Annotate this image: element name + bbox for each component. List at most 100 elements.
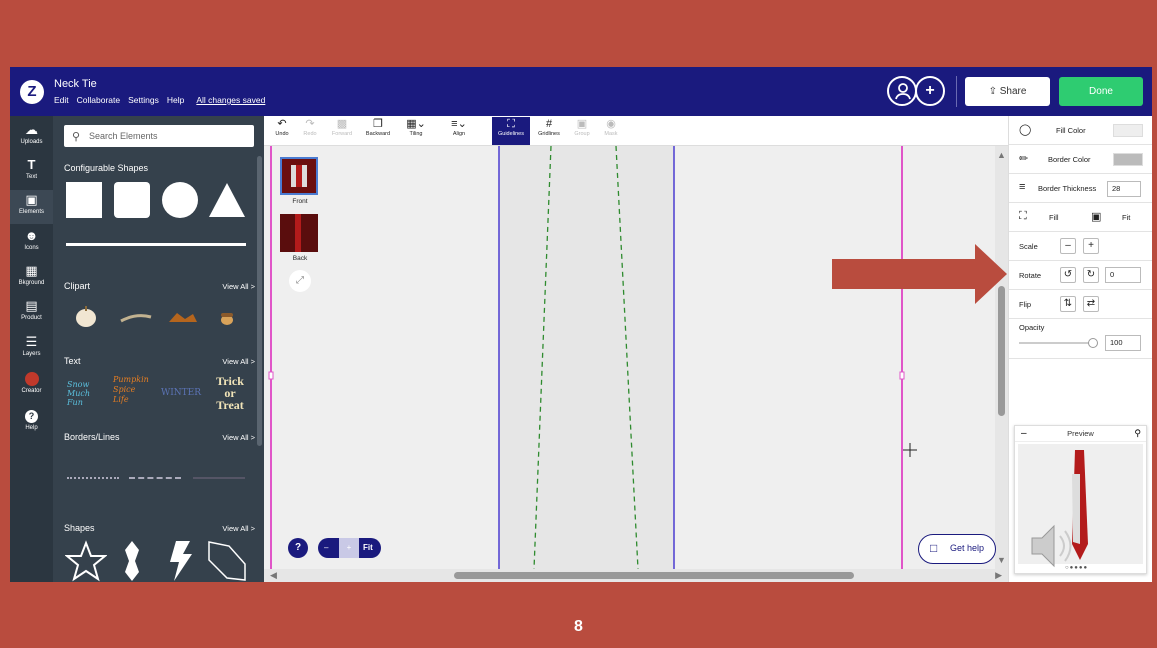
nav-help[interactable]: ? Help: [10, 410, 53, 431]
nav-layers[interactable]: ☰ Layers: [10, 335, 53, 358]
menu-edit[interactable]: Edit: [54, 95, 69, 105]
fill-color-swatch[interactable]: [1113, 124, 1143, 137]
polygon-shape[interactable]: [205, 540, 249, 582]
triangle-shape[interactable]: [208, 182, 246, 218]
clipart-view-all-link[interactable]: View All >: [222, 282, 255, 291]
rotate-input[interactable]: 0: [1105, 267, 1141, 283]
onion-clipart[interactable]: [73, 303, 99, 329]
border-color-swatch[interactable]: [1113, 153, 1143, 166]
fill-color-label: Fill Color: [1056, 126, 1086, 135]
border-color-row[interactable]: ✏ Border Color: [1009, 145, 1152, 174]
get-help-button[interactable]: □ Get help: [918, 534, 996, 564]
opacity-input[interactable]: 100: [1105, 335, 1141, 351]
section-borders-lines: Borders/Lines: [64, 432, 120, 442]
guidelines-button[interactable]: ⛶ Guidelines: [492, 117, 530, 145]
rotate-label: Rotate: [1019, 271, 1042, 280]
flip-horizontal-icon[interactable]: ⇄: [1083, 296, 1099, 312]
vertical-scroll-thumb[interactable]: [998, 286, 1005, 416]
add-collaborator-button[interactable]: +: [915, 76, 945, 106]
dashed-border-sample[interactable]: [129, 477, 181, 479]
scale-row: Scale – +: [1009, 232, 1152, 261]
backward-button[interactable]: ❐ Backward: [361, 118, 395, 137]
menu-settings[interactable]: Settings: [128, 95, 159, 105]
scroll-down-icon[interactable]: ▼: [997, 555, 1006, 565]
align-button[interactable]: ≡⌄ Align: [439, 118, 479, 137]
acorn-clipart[interactable]: [219, 311, 235, 325]
ribbon-shape[interactable]: [121, 540, 143, 582]
line-shape[interactable]: [66, 243, 246, 246]
border-thickness-input[interactable]: 28: [1107, 181, 1141, 197]
done-button[interactable]: Done: [1059, 77, 1143, 106]
speaker-icon[interactable]: [1028, 520, 1080, 572]
nav-text[interactable]: T Text: [10, 158, 53, 181]
nav-icons[interactable]: ☻ Icons: [10, 229, 53, 252]
zoom-in-button[interactable]: +: [339, 538, 359, 558]
zazzle-logo-icon[interactable]: Z: [20, 80, 44, 104]
zoom-fit-button[interactable]: Fit: [363, 538, 373, 558]
fill-fit-row: ⛶ Fill ▣ Fit: [1009, 203, 1152, 232]
search-input[interactable]: Search Elements: [64, 125, 254, 147]
lightning-shape[interactable]: [166, 540, 194, 582]
group-button[interactable]: ▣ Group: [569, 118, 595, 137]
square-shape[interactable]: [66, 182, 102, 218]
fill-color-row[interactable]: ◯ Fill Color: [1009, 116, 1152, 145]
menu-collaborate[interactable]: Collaborate: [77, 95, 120, 105]
circle-shape[interactable]: [162, 182, 198, 218]
text-sample-pumpkin[interactable]: Pumpkin Spice Life: [113, 375, 153, 405]
rotate-right-icon[interactable]: ↻: [1083, 267, 1099, 283]
dotted-border-sample[interactable]: [67, 477, 119, 479]
undo-icon: ↶: [277, 118, 287, 130]
fill-icon[interactable]: ⛶: [1019, 210, 1027, 223]
redo-button[interactable]: ↷ Redo: [298, 118, 322, 137]
nav-uploads[interactable]: ☁ Uploads: [10, 123, 53, 146]
fill-label[interactable]: Fill: [1049, 213, 1059, 222]
scale-plus-button[interactable]: +: [1083, 238, 1099, 254]
menu-help[interactable]: Help: [167, 95, 184, 105]
forward-button[interactable]: ▩ Forward: [327, 118, 357, 137]
resize-arrows-icon[interactable]: ⤢: [289, 270, 311, 292]
save-status[interactable]: All changes saved: [196, 95, 265, 105]
share-button[interactable]: ⇪ Share: [965, 77, 1050, 106]
scale-minus-button[interactable]: –: [1060, 238, 1076, 254]
nav-creator[interactable]: Creator: [10, 372, 53, 394]
horizontal-scroll-thumb[interactable]: [454, 572, 854, 579]
nav-elements[interactable]: ▣ Elements: [10, 190, 53, 224]
horizontal-scrollbar[interactable]: ◀ ▶: [264, 569, 1008, 582]
nav-product[interactable]: ▤ Product: [10, 299, 53, 322]
opacity-slider[interactable]: [1019, 342, 1094, 344]
nav-background[interactable]: ▦ Bkground: [10, 264, 53, 287]
borders-view-all-link[interactable]: View All >: [222, 433, 255, 442]
cinnamon-clipart[interactable]: [165, 309, 199, 325]
scroll-right-icon[interactable]: ▶: [995, 570, 1002, 581]
rounded-square-shape[interactable]: [114, 182, 150, 218]
text-sample-trick-or-treat[interactable]: Trick or Treat: [210, 375, 250, 411]
scroll-up-icon[interactable]: ▲: [997, 150, 1006, 160]
shapes-view-all-link[interactable]: View All >: [222, 524, 255, 533]
opacity-slider-handle[interactable]: [1088, 338, 1098, 348]
tiling-button[interactable]: ▦⌄ Tiling: [397, 118, 435, 137]
design-canvas[interactable]: [264, 145, 1008, 570]
zoom-preview-icon[interactable]: ⚲: [1134, 428, 1141, 439]
text-sample-winter[interactable]: WINTER: [161, 388, 201, 398]
text-view-all-link[interactable]: View All >: [222, 357, 255, 366]
flip-vertical-icon[interactable]: ⇅: [1060, 296, 1076, 312]
fit-icon[interactable]: ▣: [1091, 210, 1101, 223]
star-shape[interactable]: [65, 540, 107, 582]
stick-clipart[interactable]: [119, 309, 153, 325]
canvas-help-button[interactable]: ?: [288, 538, 308, 558]
user-avatar-button[interactable]: [887, 76, 917, 106]
panel-scrollbar[interactable]: [257, 156, 262, 446]
gridlines-button[interactable]: # Gridlines: [534, 118, 564, 137]
page-thumb-front[interactable]: [280, 157, 318, 195]
page-thumb-back[interactable]: [280, 214, 318, 252]
zoom-out-button[interactable]: –: [324, 538, 328, 558]
vertical-scrollbar[interactable]: ▲ ▼: [995, 146, 1008, 569]
undo-button[interactable]: ↶ Undo: [270, 118, 294, 137]
scroll-left-icon[interactable]: ◀: [270, 570, 277, 581]
rotate-left-icon[interactable]: ↺: [1060, 267, 1076, 283]
solid-border-sample[interactable]: [193, 477, 245, 479]
collapse-preview-icon[interactable]: –: [1021, 428, 1027, 439]
text-sample-snow[interactable]: Snow Much Fun: [67, 380, 101, 407]
mask-button[interactable]: ◉ Mask: [598, 118, 624, 137]
fit-label[interactable]: Fit: [1122, 213, 1130, 222]
